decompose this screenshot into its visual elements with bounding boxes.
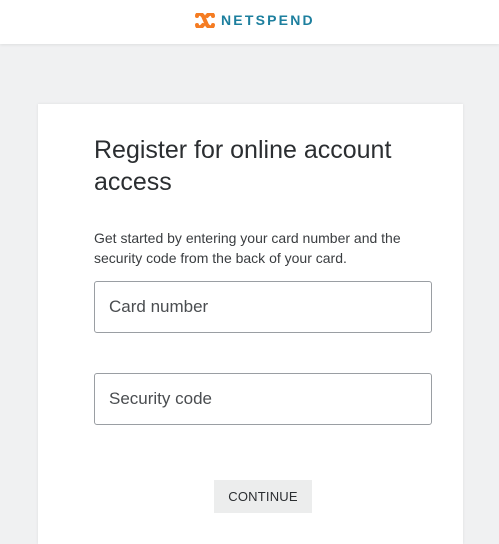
netspend-logo[interactable]: NETSPEND [195,11,315,29]
brand-name: NETSPEND [221,12,315,28]
top-bar: NETSPEND [0,0,499,44]
card-number-input[interactable] [94,281,432,333]
registration-card: Register for online account access Get s… [38,104,463,544]
netspend-logo-icon [195,12,215,28]
page-title: Register for online account access [94,136,392,196]
intro-text: Get started by entering your card number… [94,230,401,266]
continue-button[interactable]: CONTINUE [214,480,312,513]
security-code-input[interactable] [94,373,432,425]
